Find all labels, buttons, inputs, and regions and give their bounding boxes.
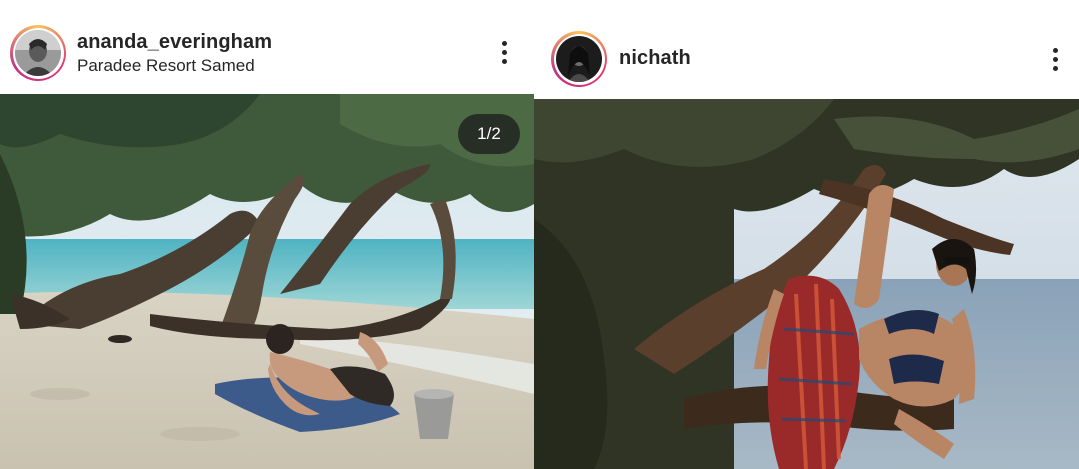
more-options-button[interactable] xyxy=(493,33,517,73)
avatar-story-ring[interactable] xyxy=(551,31,607,87)
username[interactable]: nichath xyxy=(619,47,691,70)
post-header: nichath xyxy=(534,0,1079,99)
post-photo[interactable]: 1/2 xyxy=(0,94,534,469)
more-vertical-icon xyxy=(502,41,507,46)
feed-post-nichath: nichath xyxy=(534,0,1079,469)
username[interactable]: ananda_everingham xyxy=(77,31,272,54)
carousel-counter: 1/2 xyxy=(458,114,520,154)
avatar xyxy=(556,36,602,82)
post-photo[interactable] xyxy=(534,99,1079,469)
more-vertical-icon xyxy=(1053,48,1058,53)
avatar xyxy=(15,30,61,76)
location-link[interactable]: Paradee Resort Samed xyxy=(77,56,255,76)
post-header: ananda_everingham Paradee Resort Samed xyxy=(0,0,534,94)
more-options-button[interactable] xyxy=(1044,40,1068,80)
avatar-story-ring[interactable] xyxy=(10,25,66,81)
feed-post-ananda: ananda_everingham Paradee Resort Samed 1… xyxy=(0,0,534,469)
